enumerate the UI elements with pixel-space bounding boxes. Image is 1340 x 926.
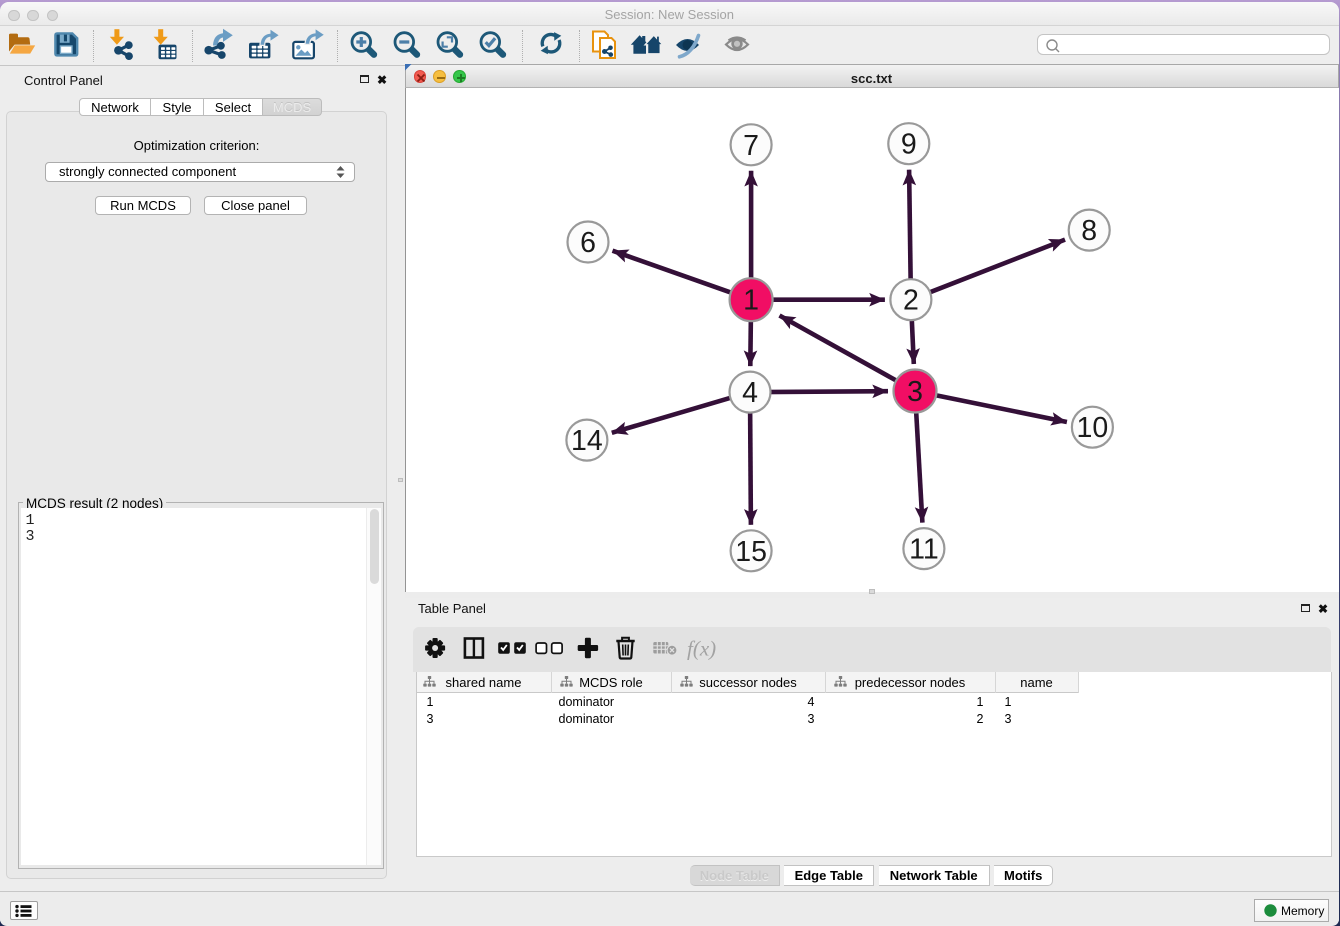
svg-text:3: 3 xyxy=(907,376,923,408)
svg-text:9: 9 xyxy=(900,128,916,160)
svg-text:14: 14 xyxy=(571,425,603,457)
svg-text:f(x): f(x) xyxy=(687,636,716,660)
svg-text:1: 1 xyxy=(743,284,759,316)
svg-text:4: 4 xyxy=(742,377,758,409)
svg-text:11: 11 xyxy=(909,533,939,565)
svg-text:10: 10 xyxy=(1076,412,1108,444)
svg-text:2: 2 xyxy=(902,284,918,316)
svg-text:7: 7 xyxy=(743,129,759,161)
svg-text:8: 8 xyxy=(1081,215,1097,247)
svg-text:6: 6 xyxy=(580,227,596,259)
svg-text:15: 15 xyxy=(735,535,767,567)
